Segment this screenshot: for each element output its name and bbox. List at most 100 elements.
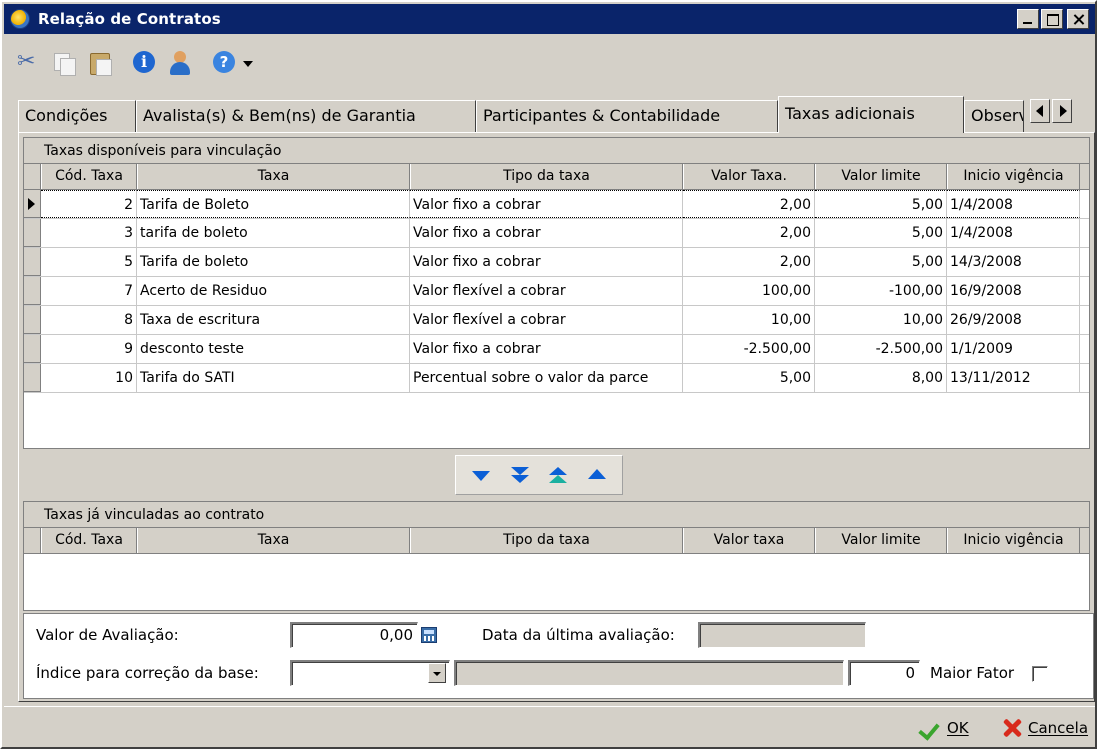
help-icon[interactable]	[210, 49, 238, 77]
cell-inicio-vigencia[interactable]: 1/4/2008	[947, 190, 1080, 218]
paste-icon[interactable]	[86, 49, 114, 77]
cell-tipo-taxa[interactable]: Valor fixo a cobrar	[410, 190, 683, 218]
cell-cod-taxa[interactable]: 10	[41, 364, 137, 392]
valor-avaliacao-label: Valor de Avaliação:	[36, 626, 179, 644]
cell-taxa[interactable]: Tarifa de Boleto	[137, 190, 410, 218]
cell-taxa[interactable]: Tarifa de boleto	[137, 248, 410, 276]
maximize-button[interactable]	[1041, 9, 1063, 29]
dropdown-arrow-icon[interactable]	[242, 49, 254, 77]
cell-valor-limite[interactable]: 5,00	[815, 190, 947, 218]
tab-condicoes[interactable]: Condições	[18, 100, 136, 132]
table-row[interactable]: 7 Acerto de Residuo Valor flexível a cob…	[24, 277, 1089, 306]
cell-taxa[interactable]: tarifa de boleto	[137, 219, 410, 247]
cell-cod-taxa[interactable]: 2	[41, 190, 137, 218]
chevron-down-icon[interactable]	[428, 663, 446, 683]
cell-valor-limite[interactable]: -2.500,00	[815, 335, 947, 363]
cell-valor-taxa[interactable]: 5,00	[683, 364, 815, 392]
column-header-cod-taxa[interactable]: Cód. Taxa	[41, 528, 137, 553]
column-header-cod-taxa[interactable]: Cód. Taxa	[41, 164, 137, 189]
move-up-icon[interactable]	[583, 461, 611, 489]
cell-cod-taxa[interactable]: 5	[41, 248, 137, 276]
column-header-inicio-vigencia[interactable]: Inicio vigência	[947, 528, 1080, 553]
cell-valor-limite[interactable]: -100,00	[815, 277, 947, 305]
cell-valor-limite[interactable]: 10,00	[815, 306, 947, 334]
cell-tipo-taxa[interactable]: Valor flexível a cobrar	[410, 277, 683, 305]
cell-tipo-taxa[interactable]: Valor fixo a cobrar	[410, 248, 683, 276]
cell-valor-taxa[interactable]: 100,00	[683, 277, 815, 305]
move-down-icon[interactable]	[467, 461, 495, 489]
grid-header: Cód. Taxa Taxa Tipo da taxa Valor taxa V…	[24, 528, 1089, 554]
cell-inicio-vigencia[interactable]: 16/9/2008	[947, 277, 1080, 305]
column-header-taxa[interactable]: Taxa	[137, 164, 410, 189]
tab-participantes-contabilidade[interactable]: Participantes & Contabilidade	[476, 100, 778, 132]
column-header-tipo-taxa[interactable]: Tipo da taxa	[410, 164, 683, 189]
cell-valor-taxa[interactable]: 2,00	[683, 219, 815, 247]
close-button[interactable]	[1067, 9, 1089, 29]
cell-valor-limite[interactable]: 8,00	[815, 364, 947, 392]
cell-inicio-vigencia[interactable]: 14/3/2008	[947, 248, 1080, 276]
cell-valor-taxa[interactable]: 2,00	[683, 190, 815, 218]
cell-taxa[interactable]: Tarifa do SATI	[137, 364, 410, 392]
valor-avaliacao-field[interactable]: 0,00	[290, 622, 418, 648]
cell-taxa[interactable]: Taxa de escritura	[137, 306, 410, 334]
cell-tipo-taxa[interactable]: Valor fixo a cobrar	[410, 335, 683, 363]
cell-taxa[interactable]: desconto teste	[137, 335, 410, 363]
cell-cod-taxa[interactable]: 3	[41, 219, 137, 247]
cell-tipo-taxa[interactable]: Valor fixo a cobrar	[410, 219, 683, 247]
column-header-valor-limite[interactable]: Valor limite	[815, 528, 947, 553]
cell-cod-taxa[interactable]: 8	[41, 306, 137, 334]
cancel-button[interactable]: Cancela	[1000, 715, 1088, 741]
cell-inicio-vigencia[interactable]: 1/1/2009	[947, 335, 1080, 363]
cell-valor-taxa[interactable]: 2,00	[683, 248, 815, 276]
fator-field[interactable]: 0	[848, 660, 920, 686]
table-row[interactable]: 8 Taxa de escritura Valor flexível a cob…	[24, 306, 1089, 335]
column-header-valor-limite[interactable]: Valor limite	[815, 164, 947, 189]
table-row[interactable]: 5 Tarifa de boleto Valor fixo a cobrar 2…	[24, 248, 1089, 277]
column-header-inicio-vigencia[interactable]: Inicio vigência	[947, 164, 1080, 189]
indice-correcao-select[interactable]	[290, 660, 450, 686]
move-all-down-icon[interactable]	[506, 461, 534, 489]
copy-icon[interactable]	[50, 49, 78, 77]
table-row[interactable]: 10 Tarifa do SATI Percentual sobre o val…	[24, 364, 1089, 393]
cell-valor-taxa[interactable]: -2.500,00	[683, 335, 815, 363]
cell-valor-limite[interactable]: 5,00	[815, 248, 947, 276]
table-row[interactable]: 3 tarifa de boleto Valor fixo a cobrar 2…	[24, 219, 1089, 248]
table-row[interactable]: 2 Tarifa de Boleto Valor fixo a cobrar 2…	[24, 190, 1089, 219]
cell-inicio-vigencia[interactable]: 13/11/2012	[947, 364, 1080, 392]
column-header-tipo-taxa[interactable]: Tipo da taxa	[410, 528, 683, 553]
cell-tipo-taxa[interactable]: Valor flexível a cobrar	[410, 306, 683, 334]
row-indicator-header	[24, 164, 41, 189]
valuation-form: Valor de Avaliação: 0,00 Data da última …	[23, 613, 1094, 699]
info-icon[interactable]	[130, 49, 158, 77]
cell-taxa[interactable]: Acerto de Residuo	[137, 277, 410, 305]
column-header-taxa[interactable]: Taxa	[137, 528, 410, 553]
grid-caption: Taxas disponíveis para vinculação	[24, 138, 1089, 164]
column-header-valor-taxa[interactable]: Valor taxa	[683, 528, 815, 553]
minimize-button[interactable]	[1017, 9, 1039, 29]
cell-inicio-vigencia[interactable]: 1/4/2008	[947, 219, 1080, 247]
toolbar	[4, 36, 1095, 90]
cell-valor-taxa[interactable]: 10,00	[683, 306, 815, 334]
table-row[interactable]: 9 desconto teste Valor fixo a cobrar -2.…	[24, 335, 1089, 364]
tab-scroll-left-button[interactable]	[1030, 99, 1050, 123]
cut-icon[interactable]	[14, 49, 42, 77]
tab-avalistas-garantia[interactable]: Avalista(s) & Bem(ns) de Garantia	[136, 100, 476, 132]
data-ultima-avaliacao-label: Data da última avaliação:	[482, 626, 675, 644]
cell-inicio-vigencia[interactable]: 26/9/2008	[947, 306, 1080, 334]
tab-observacoes[interactable]: Observ	[964, 100, 1024, 132]
maior-fator-checkbox[interactable]	[1032, 666, 1048, 682]
cell-tipo-taxa[interactable]: Percentual sobre o valor da parce	[410, 364, 683, 392]
title-bar[interactable]: Relação de Contratos	[4, 4, 1095, 34]
cell-valor-limite[interactable]: 5,00	[815, 219, 947, 247]
maior-fator-label: Maior Fator	[930, 664, 1015, 682]
tab-scroll-right-button[interactable]	[1052, 99, 1072, 123]
cell-cod-taxa[interactable]: 9	[41, 335, 137, 363]
move-all-up-icon[interactable]	[544, 461, 572, 489]
user-icon[interactable]	[166, 49, 194, 77]
column-header-valor-taxa[interactable]: Valor Taxa.	[683, 164, 815, 189]
cell-cod-taxa[interactable]: 7	[41, 277, 137, 305]
tab-taxas-adicionais[interactable]: Taxas adicionais	[778, 96, 964, 133]
calculator-icon[interactable]	[421, 627, 437, 643]
data-ultima-avaliacao-field[interactable]	[698, 622, 866, 648]
ok-button[interactable]: OK	[919, 715, 969, 741]
